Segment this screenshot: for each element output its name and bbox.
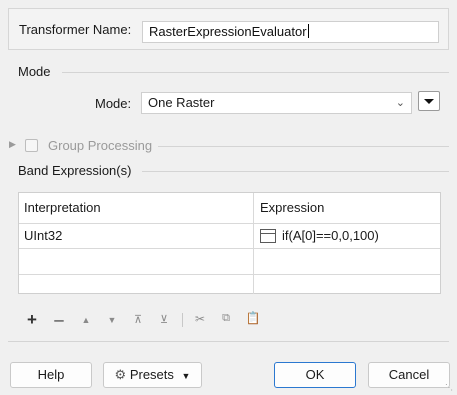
move-up-icon[interactable]: ▲	[78, 315, 94, 325]
toolbar-separator	[182, 313, 183, 327]
table-row-expression[interactable]: if(A[0]==0,0,100)	[277, 226, 379, 246]
copy-icon[interactable]: ⧉	[218, 312, 234, 325]
header-divider	[19, 223, 440, 224]
resize-grip[interactable]: ⋱	[445, 383, 455, 393]
row-divider	[19, 274, 440, 275]
help-button[interactable]: Help	[10, 362, 92, 388]
mode-group-title: Mode	[18, 64, 55, 79]
transformer-name-label: Transformer Name:	[19, 22, 132, 37]
cancel-button[interactable]: Cancel	[368, 362, 450, 388]
chevron-down-icon: ▼	[181, 371, 191, 381]
presets-button-label: Presets	[129, 367, 174, 382]
chevron-down-icon: ⌄	[395, 97, 405, 109]
minus-icon[interactable]: –	[51, 310, 67, 330]
plus-icon[interactable]: +	[24, 310, 40, 330]
help-button-label: Help	[37, 367, 65, 382]
row-divider	[19, 248, 440, 249]
band-expressions-table[interactable]: Interpretation Expression UInt32 if(A[0]…	[18, 192, 441, 294]
expand-arrow-icon[interactable]: ▶	[9, 139, 16, 150]
triangle-down-icon	[424, 98, 434, 104]
move-bottom-icon[interactable]: ⊻	[156, 313, 172, 326]
presets-button[interactable]: ⚙ Presets ▼	[103, 362, 202, 388]
mode-label: Mode:	[95, 96, 132, 111]
cancel-button-label: Cancel	[388, 367, 430, 382]
transformer-name-value: RasterExpressionEvaluator	[149, 24, 307, 39]
ok-button[interactable]: OK	[274, 362, 356, 388]
mode-select[interactable]: One Raster ⌄	[141, 92, 412, 114]
expression-editor-icon[interactable]	[260, 229, 276, 243]
group-processing-checkbox[interactable]	[25, 139, 38, 152]
paste-icon[interactable]: 📋	[245, 311, 261, 325]
table-row-interpretation[interactable]: UInt32	[19, 226, 62, 246]
transformer-name-input[interactable]: RasterExpressionEvaluator	[142, 21, 439, 43]
band-expressions-group-title: Band Expression(s)	[18, 163, 136, 178]
mode-group-divider	[62, 72, 449, 73]
move-top-icon[interactable]: ⊼	[130, 313, 146, 326]
group-processing-label: Group Processing	[48, 138, 153, 153]
gear-icon: ⚙	[114, 367, 127, 382]
column-header-interpretation[interactable]: Interpretation	[19, 198, 101, 218]
text-caret	[307, 24, 309, 38]
band-expressions-divider	[142, 171, 449, 172]
mode-select-value: One Raster	[148, 95, 215, 110]
band-expressions-divider-bottom	[8, 341, 449, 342]
group-processing-divider	[158, 146, 449, 147]
move-down-icon[interactable]: ▼	[104, 315, 120, 325]
column-header-expression[interactable]: Expression	[255, 198, 324, 218]
cut-icon[interactable]: ✂	[192, 312, 208, 326]
column-divider	[253, 193, 254, 294]
ok-button-label: OK	[305, 367, 325, 382]
mode-menu-button[interactable]	[418, 91, 440, 111]
